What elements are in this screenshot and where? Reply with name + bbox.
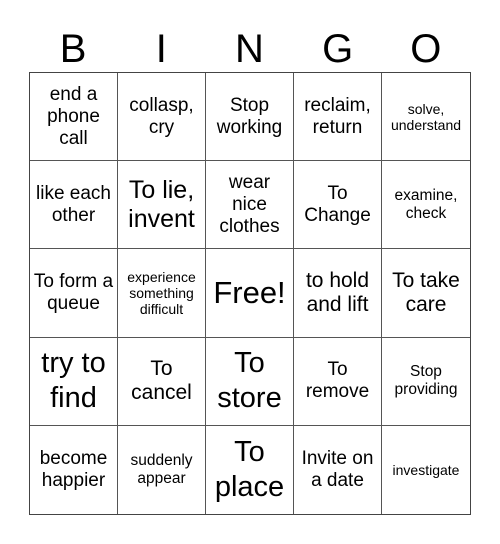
bingo-cell[interactable]: try to find: [30, 337, 118, 426]
bingo-cell[interactable]: investigate: [382, 426, 470, 514]
bingo-cell[interactable]: examine, check: [382, 161, 470, 250]
bingo-cell[interactable]: Stop working: [206, 73, 294, 162]
bingo-cell[interactable]: collasp, cry: [118, 73, 206, 162]
bingo-card: B I N G O end a phone call collasp, cry St…: [29, 0, 471, 515]
bingo-cell[interactable]: Stop providing: [382, 338, 470, 426]
bingo-cell[interactable]: reclaim, return: [294, 73, 382, 162]
header-letter-g: G: [322, 27, 354, 71]
bingo-grid: end a phone call collasp, cry Stop working…: [29, 72, 471, 515]
free-space-cell[interactable]: Free!: [206, 249, 294, 338]
bingo-cell[interactable]: To lie, invent: [118, 161, 206, 250]
bingo-cell[interactable]: solve, understand: [382, 73, 470, 162]
bingo-cell[interactable]: To Change: [294, 161, 382, 250]
header-letter-b: B: [59, 27, 87, 71]
bingo-cell[interactable]: To cancel: [118, 337, 206, 426]
bingo-header: B I N G O: [29, 0, 471, 72]
bingo-cell[interactable]: To place: [206, 425, 294, 514]
bingo-cell[interactable]: to hold and lift: [294, 249, 382, 338]
header-letter-i: I: [155, 27, 167, 71]
bingo-cell[interactable]: Invite on a date: [294, 425, 382, 514]
bingo-cell[interactable]: experience something difficult: [118, 249, 206, 338]
bingo-cell[interactable]: To remove: [294, 337, 382, 426]
bingo-cell[interactable]: To take care: [382, 249, 470, 338]
bingo-cell[interactable]: end a phone call: [30, 73, 118, 162]
header-letter-n: N: [235, 27, 264, 71]
bingo-cell[interactable]: wear nice clothes: [206, 161, 294, 250]
bingo-cell[interactable]: become happier: [30, 425, 118, 514]
bingo-cell[interactable]: To store: [206, 337, 294, 426]
bingo-cell[interactable]: suddenly appear: [118, 425, 206, 514]
bingo-cell[interactable]: To form a queue: [30, 249, 118, 338]
header-letter-o: O: [410, 27, 442, 71]
bingo-cell[interactable]: like each other: [30, 161, 118, 250]
